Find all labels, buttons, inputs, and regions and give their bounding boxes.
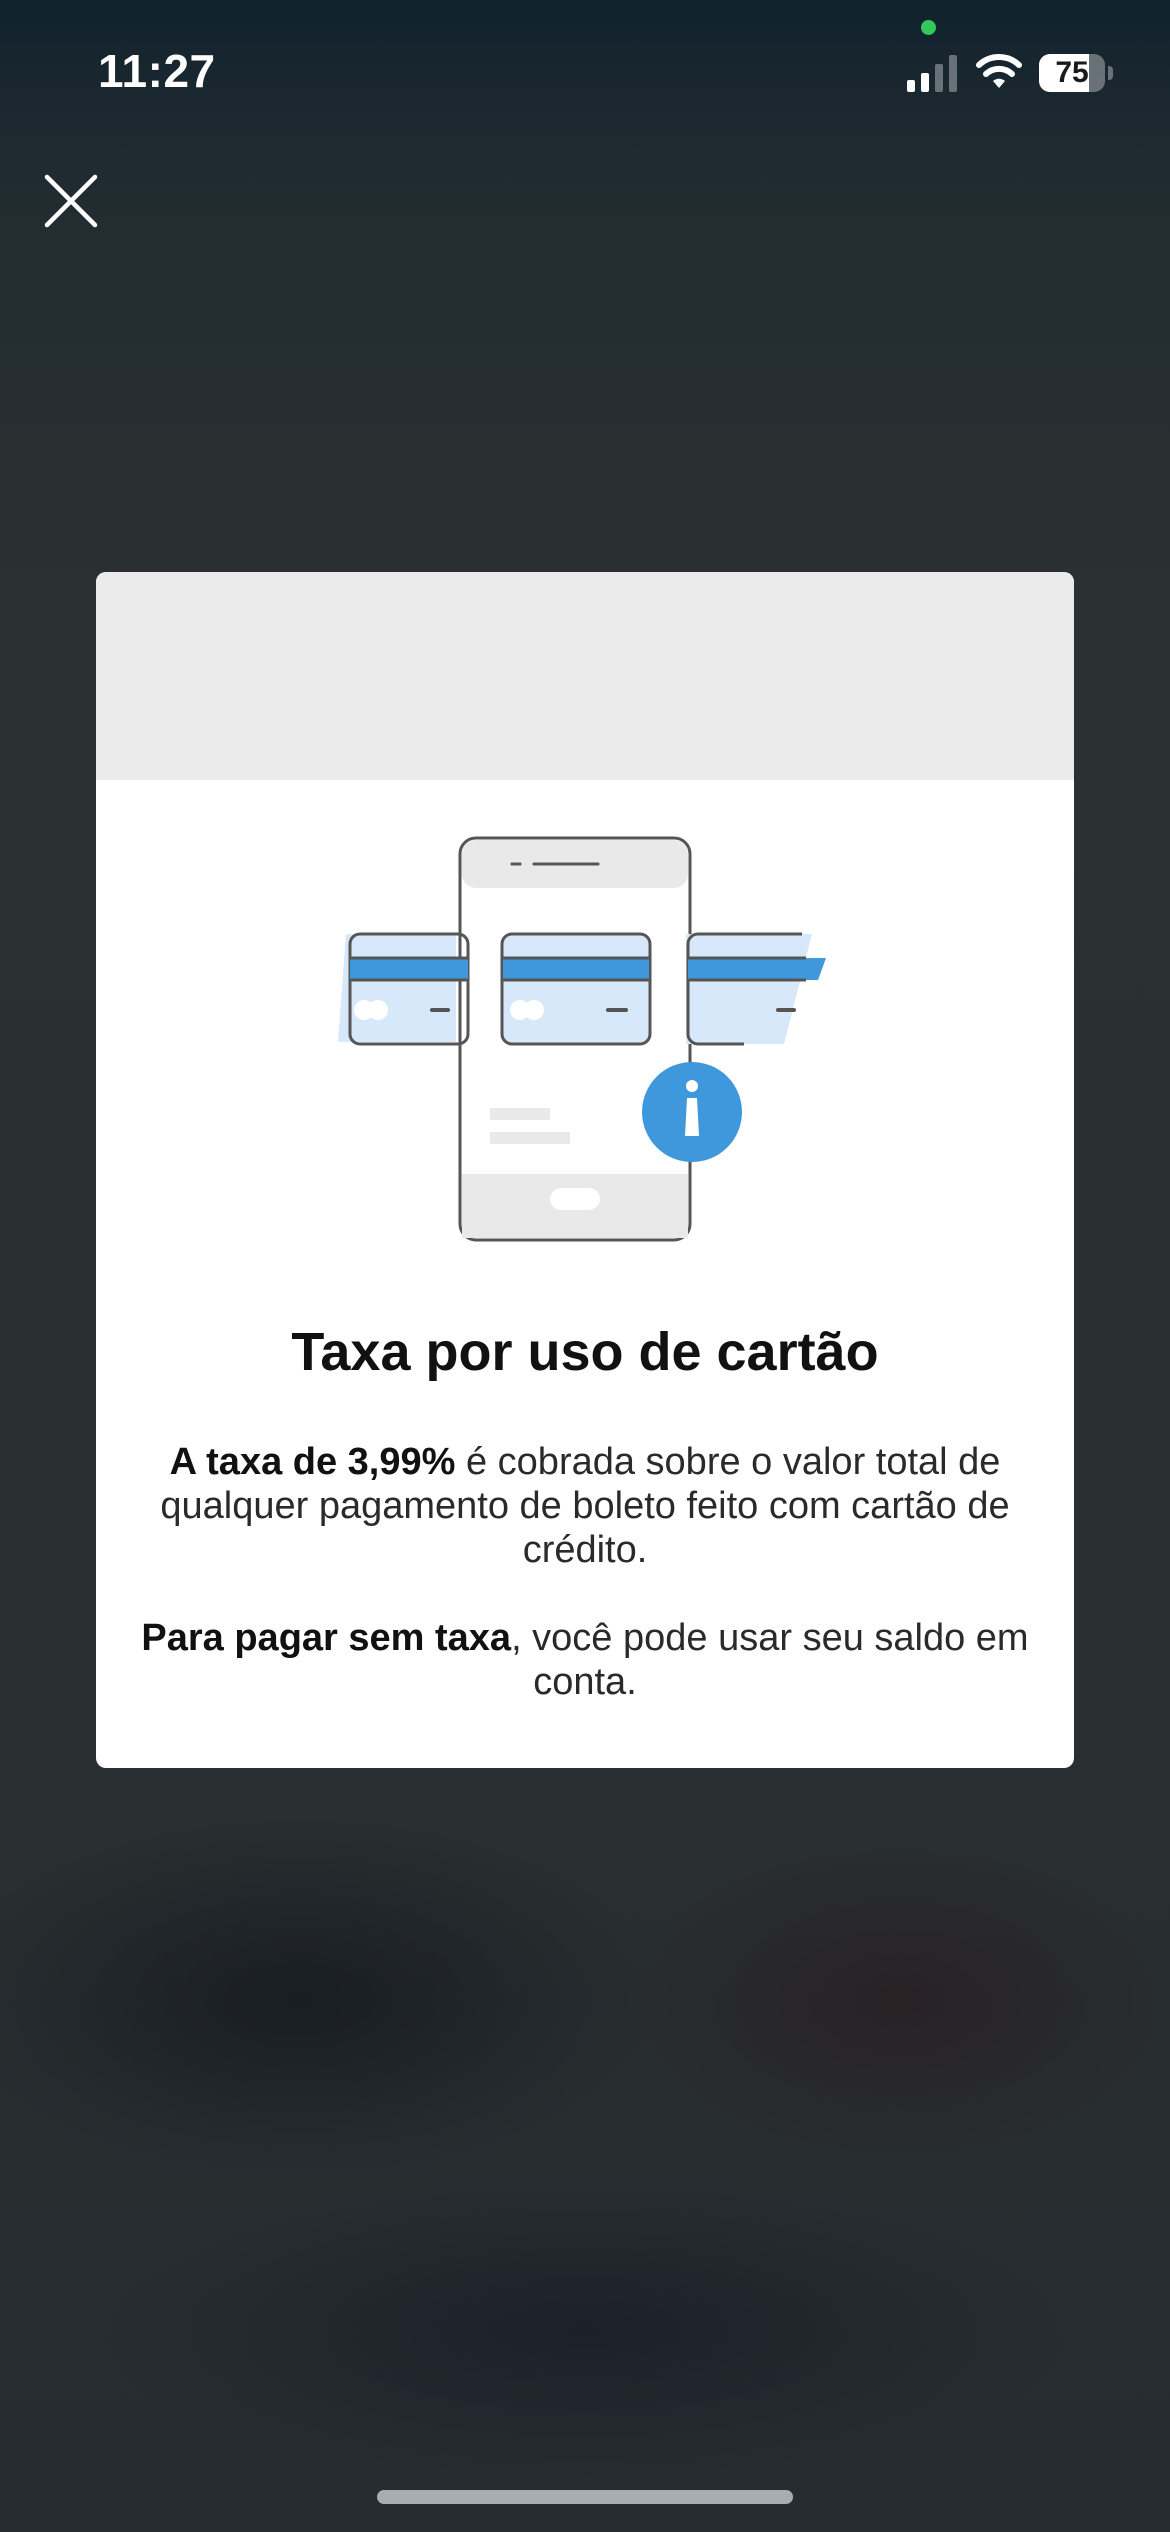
status-bar: 11:27 75 [0, 0, 1170, 140]
close-icon [44, 174, 98, 228]
modal-title: Taxa por uso de cartão [291, 1322, 879, 1382]
battery-icon: 75 [1039, 54, 1113, 92]
close-button[interactable] [40, 170, 102, 232]
modal-body: A taxa de 3,99% é cobrada sobre o valor … [136, 1440, 1034, 1704]
cellular-signal-icon [907, 55, 957, 92]
modal-header-banner [96, 572, 1074, 780]
battery-body: 75 [1039, 54, 1105, 92]
battery-level: 75 [1055, 56, 1089, 89]
fee-rate-highlight: A taxa de 3,99% [169, 1441, 456, 1483]
info-modal: Taxa por uso de cartão A taxa de 3,99% é… [96, 572, 1074, 1768]
status-time: 11:27 [98, 45, 216, 97]
battery-tip [1108, 66, 1113, 80]
no-fee-tip-text: , você pode usar seu saldo em conta. [511, 1617, 1029, 1703]
home-indicator[interactable] [377, 2490, 793, 2504]
camera-indicator-dot [921, 20, 936, 35]
no-fee-highlight: Para pagar sem taxa [141, 1617, 512, 1659]
fee-description-paragraph: A taxa de 3,99% é cobrada sobre o valor … [136, 1440, 1034, 1572]
phone-with-credit-cards-info-illustration [338, 836, 826, 1242]
no-fee-tip-paragraph: Para pagar sem taxa, você pode usar seu … [136, 1616, 1034, 1704]
wifi-icon [976, 54, 1022, 88]
